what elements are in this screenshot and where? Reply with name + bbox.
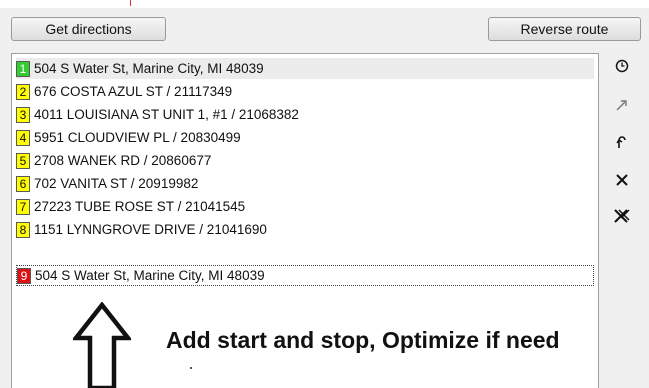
stop-row[interactable]: 7 27223 TUBE ROSE ST / 21041545 [16, 196, 594, 217]
stop-address: 676 COSTA AZUL ST / 21117349 [34, 84, 233, 99]
stop-number-badge: 2 [16, 83, 30, 100]
clock-icon[interactable] [607, 53, 637, 79]
up-arrow-annotation-icon [73, 302, 131, 388]
stop-row[interactable]: 6 702 VANITA ST / 20919982 [16, 173, 594, 194]
stop-address: 1151 LYNNGROVE DRIVE / 21041690 [34, 222, 267, 237]
stop-address: 5951 CLOUDVIEW PL / 20830499 [34, 130, 241, 145]
stop-address: 4011 LOUISIANA ST UNIT 1, #1 / 21068382 [34, 107, 299, 122]
stop-address: 27223 TUBE ROSE ST / 21041545 [34, 199, 246, 214]
get-directions-button[interactable]: Get directions [11, 17, 166, 41]
stop-row[interactable]: 1 504 S Water St, Marine City, MI 48039 [16, 58, 594, 79]
stop-row[interactable]: 8 1151 LYNNGROVE DRIVE / 21041690 [16, 219, 594, 240]
stop-row[interactable]: 5 2708 WANEK RD / 20860677 [16, 150, 594, 171]
stop-number-badge: 6 [16, 175, 30, 192]
stop-row[interactable]: 4 5951 CLOUDVIEW PL / 20830499 [16, 127, 594, 148]
stop-address: 504 S Water St, Marine City, MI 48039 [34, 61, 264, 76]
optimize-arrow-icon[interactable] [607, 91, 637, 117]
stop-address: 2708 WANEK RD / 20860677 [34, 153, 212, 168]
red-marker [130, 0, 131, 6]
stop-number-badge: 3 [16, 106, 30, 123]
stop-number-badge: 9 [17, 267, 31, 284]
instruction-text: Add start and stop, Optimize if need [166, 327, 560, 353]
delete-x-icon[interactable] [607, 167, 637, 193]
stop-number-badge: 1 [16, 60, 30, 77]
stop-row[interactable]: 2 676 COSTA AZUL ST / 21117349 [16, 81, 594, 102]
route-planner-window: Get directions Reverse route 1 504 S Wat… [0, 0, 649, 388]
reverse-route-button[interactable]: Reverse route [488, 17, 641, 41]
stop-number-badge: 8 [16, 221, 30, 238]
stop-row[interactable]: 3 4011 LOUISIANA ST UNIT 1, #1 / 2106838… [16, 104, 594, 125]
return-arrow-icon[interactable] [607, 129, 637, 155]
stop-address: 702 VANITA ST / 20919982 [34, 176, 199, 191]
stop-address: 504 S Water St, Marine City, MI 48039 [35, 268, 265, 283]
stop-row-selected[interactable]: 9 504 S Water St, Marine City, MI 48039 [16, 265, 594, 286]
stop-number-badge: 7 [16, 198, 30, 215]
delete-all-icon[interactable] [607, 203, 637, 229]
stop-number-badge: 5 [16, 152, 30, 169]
stop-number-badge: 4 [16, 129, 30, 146]
stray-dot [190, 367, 192, 369]
